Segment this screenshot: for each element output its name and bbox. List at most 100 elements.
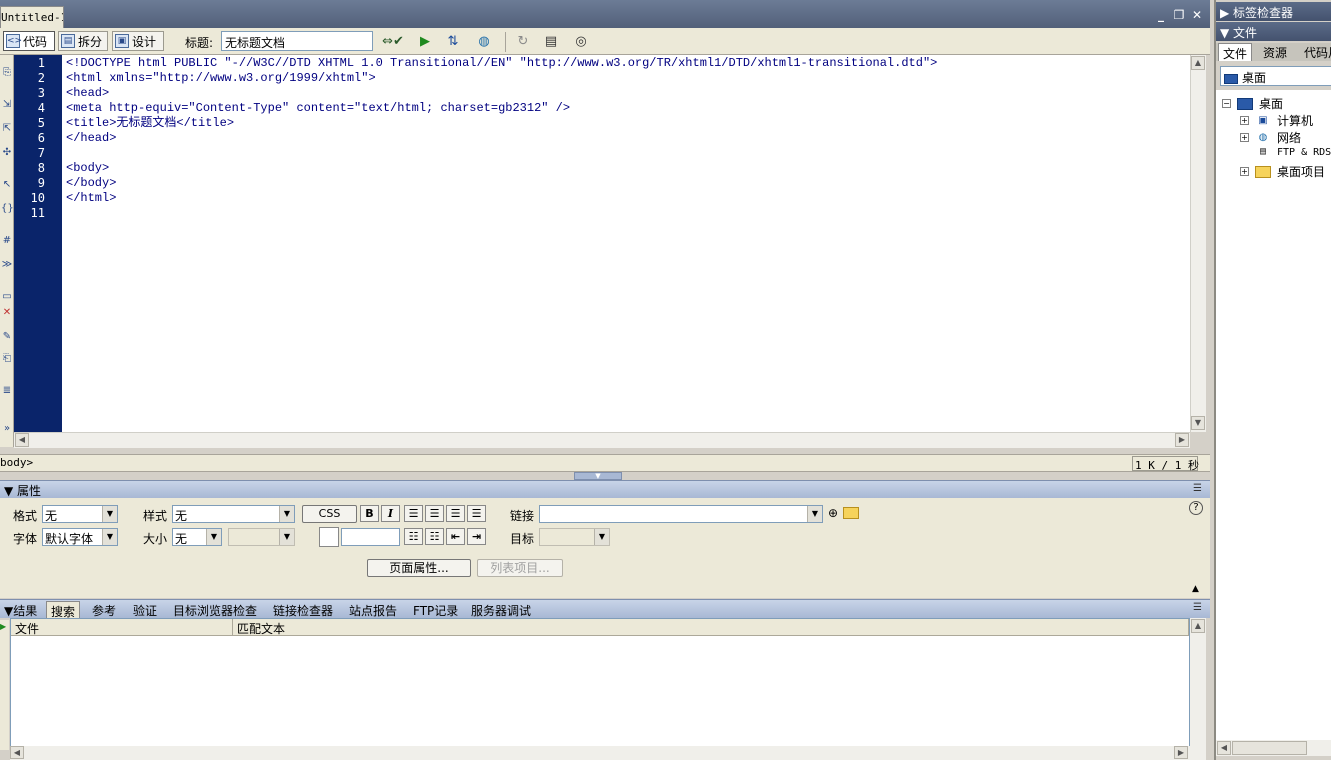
scroll-left-icon[interactable]: ◀: [1217, 741, 1231, 755]
recent-snippets-icon[interactable]: ⎗: [1, 353, 13, 365]
results-list[interactable]: 文件 匹配文本: [10, 618, 1190, 748]
size-select[interactable]: 无 ▼: [172, 528, 222, 546]
properties-panel-header[interactable]: ▼ 属性 ☰: [0, 480, 1210, 498]
font-select[interactable]: 默认字体 ▼: [42, 528, 118, 546]
italic-button[interactable]: I: [381, 505, 400, 522]
bold-button[interactable]: B: [360, 505, 379, 522]
text-color-swatch[interactable]: [319, 527, 339, 547]
tab-site-reports[interactable]: 站点报告: [345, 601, 401, 618]
indent-code-icon[interactable]: ≣: [1, 385, 13, 397]
refresh-icon[interactable]: ↻: [512, 33, 534, 51]
editor-vertical-scrollbar[interactable]: ▲ ▼: [1190, 55, 1206, 432]
align-center-icon[interactable]: ☰: [425, 505, 444, 522]
line-numbers-icon[interactable]: #: [1, 235, 13, 247]
expand-tree-icon[interactable]: +: [1240, 167, 1249, 176]
tree-node-network[interactable]: + ◍ 网络: [1240, 129, 1301, 146]
collapse-selection-icon[interactable]: ⇱: [1, 123, 13, 135]
open-documents-icon[interactable]: ⎘: [1, 67, 13, 79]
editor-horizontal-scrollbar[interactable]: ◀ ▶: [14, 432, 1190, 448]
css-button[interactable]: CSS: [302, 505, 357, 523]
tab-search[interactable]: 搜索: [46, 601, 81, 619]
scroll-down-icon[interactable]: ▼: [1191, 416, 1205, 430]
more-tools-icon[interactable]: »: [1, 423, 13, 435]
collapse-tag-icon[interactable]: ⇲: [1, 99, 13, 111]
column-header-file[interactable]: 文件: [11, 619, 233, 636]
tab-files[interactable]: 文件: [1218, 43, 1253, 61]
results-vertical-scrollbar[interactable]: ▲: [1190, 618, 1206, 748]
play-icon[interactable]: ▶: [0, 622, 6, 631]
text-color-input[interactable]: [341, 528, 400, 546]
tag-selector[interactable]: body>: [0, 456, 33, 469]
column-header-match[interactable]: 匹配文本: [233, 619, 1189, 636]
wrap-tag-icon[interactable]: ✎: [1, 331, 13, 343]
tab-snippets[interactable]: 代码片: [1300, 43, 1331, 61]
tab-server-debug[interactable]: 服务器调试: [467, 601, 535, 618]
scroll-left-icon[interactable]: ◀: [15, 433, 29, 447]
align-left-icon[interactable]: ☰: [404, 505, 423, 522]
view-options-icon[interactable]: ▤: [540, 33, 562, 51]
remove-comment-icon[interactable]: ✕: [1, 307, 13, 319]
expand-panel-icon[interactable]: ▲: [1192, 584, 1199, 594]
tree-node-ftp[interactable]: ▤ FTP & RDS: [1255, 146, 1331, 158]
panel-splitter-icon[interactable]: ▼: [574, 472, 622, 480]
file-management-icon[interactable]: ⇅: [442, 33, 464, 51]
files-panel-header[interactable]: ▼ 文件: [1216, 22, 1331, 41]
restore-icon[interactable]: ❐: [1172, 8, 1186, 22]
help-icon[interactable]: ?: [1189, 501, 1203, 515]
visual-aids-icon[interactable]: ◎: [570, 33, 592, 51]
link-input[interactable]: ▼: [539, 505, 823, 523]
results-horizontal-scrollbar[interactable]: ◀ ▶: [10, 746, 1206, 760]
tab-validation[interactable]: 验证: [129, 601, 161, 618]
tab-assets[interactable]: 资源: [1259, 43, 1291, 61]
page-properties-button[interactable]: 页面属性...: [367, 559, 471, 577]
format-select[interactable]: 无 ▼: [42, 505, 118, 523]
split-view-button[interactable]: ▤ 拆分: [58, 31, 108, 51]
results-title[interactable]: ▼结果: [0, 601, 41, 618]
scroll-up-icon[interactable]: ▲: [1191, 619, 1205, 633]
design-view-button[interactable]: ▣ 设计: [112, 31, 164, 51]
debug-in-browser-icon[interactable]: ▶: [414, 33, 436, 51]
tab-ftp-log[interactable]: FTP记录: [409, 601, 462, 618]
scroll-up-icon[interactable]: ▲: [1191, 56, 1205, 70]
scroll-left-icon[interactable]: ◀: [10, 746, 24, 759]
point-to-file-icon[interactable]: ⊕: [828, 506, 838, 520]
validate-icon[interactable]: ⇔✔: [382, 33, 404, 51]
tree-node-desktop[interactable]: − 桌面: [1222, 95, 1283, 112]
close-icon[interactable]: ✕: [1190, 8, 1204, 22]
preview-icon[interactable]: ◍: [473, 33, 495, 51]
expand-tree-icon[interactable]: +: [1240, 133, 1249, 142]
files-horizontal-scrollbar[interactable]: ◀: [1216, 740, 1331, 756]
balance-braces-icon[interactable]: {}: [1, 203, 14, 215]
tree-node-computer[interactable]: + ▣ 计算机: [1240, 112, 1313, 129]
tree-node-desktop-items[interactable]: + 桌面项目: [1240, 163, 1325, 180]
panel-options-icon[interactable]: ☰: [1193, 602, 1202, 613]
select-parent-tag-icon[interactable]: ↖: [1, 179, 13, 191]
panel-options-icon[interactable]: ☰: [1193, 483, 1202, 494]
code-view-button[interactable]: <> 代码: [3, 31, 55, 51]
minimize-icon[interactable]: _: [1154, 8, 1168, 22]
title-input[interactable]: 无标题文档: [221, 31, 373, 51]
unordered-list-icon[interactable]: ☷: [404, 528, 423, 545]
tab-link-checker[interactable]: 链接检查器: [269, 601, 337, 618]
tag-inspector-header[interactable]: ▶ 标签检查器: [1216, 2, 1331, 21]
tab-reference[interactable]: 参考: [88, 601, 120, 618]
tab-browser-check[interactable]: 目标浏览器检查: [169, 601, 261, 618]
scroll-right-icon[interactable]: ▶: [1174, 746, 1188, 759]
collapse-tree-icon[interactable]: −: [1222, 99, 1231, 108]
style-select[interactable]: 无 ▼: [172, 505, 295, 523]
highlight-invalid-icon[interactable]: ≫: [1, 259, 13, 271]
scrollbar-thumb[interactable]: [1232, 741, 1307, 755]
justify-icon[interactable]: ☰: [467, 505, 486, 522]
code-editor[interactable]: <!DOCTYPE html PUBLIC "-//W3C//DTD XHTML…: [62, 55, 1190, 432]
align-right-icon[interactable]: ☰: [446, 505, 465, 522]
document-tab[interactable]: Untitled-1: [0, 6, 64, 28]
scroll-right-icon[interactable]: ▶: [1175, 433, 1189, 447]
apply-comment-icon[interactable]: ▭: [1, 291, 13, 303]
folder-icon[interactable]: [843, 507, 859, 519]
ordered-list-icon[interactable]: ☷: [425, 528, 444, 545]
expand-tree-icon[interactable]: +: [1240, 116, 1249, 125]
indent-icon[interactable]: ⇥: [467, 528, 486, 545]
outdent-icon[interactable]: ⇤: [446, 528, 465, 545]
expand-all-icon[interactable]: ✣: [1, 147, 13, 159]
site-select[interactable]: 桌面: [1220, 66, 1331, 86]
